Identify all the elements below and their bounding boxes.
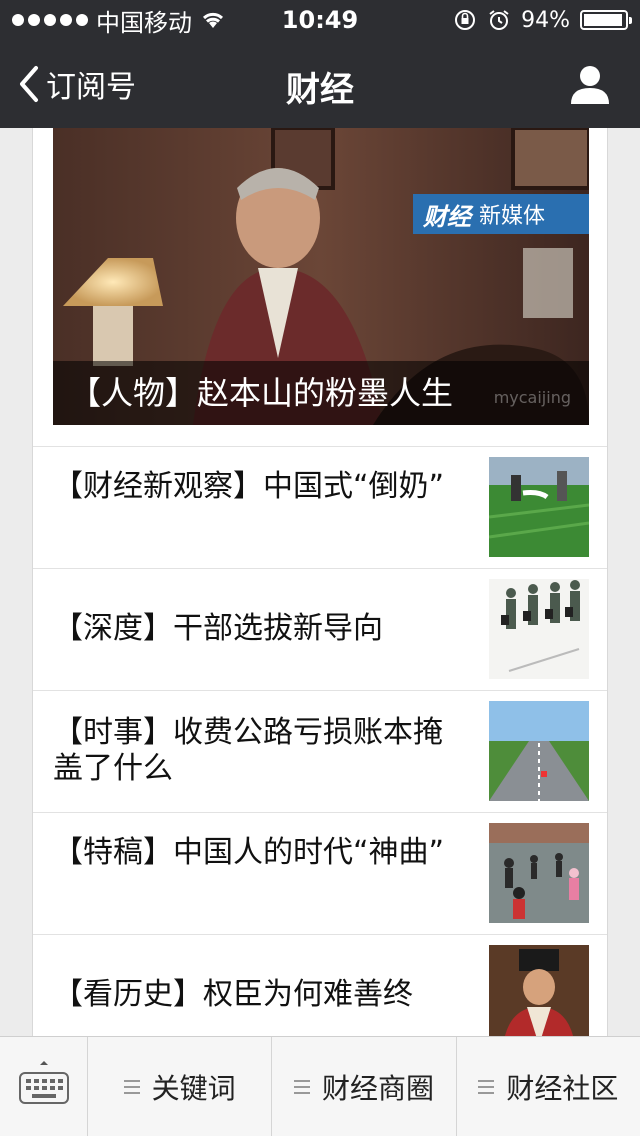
- rotation-lock-icon: [455, 10, 476, 30]
- menu-label: 关键词: [151, 1072, 236, 1105]
- article-title: 【看历史】权臣为何难善终: [53, 977, 413, 1012]
- menu-bar: 关键词 财经商圈 财经社区: [0, 1036, 640, 1136]
- historical-official-photo-icon: [489, 945, 589, 1036]
- hero-article[interactable]: 财经 新媒体 【人物】赵本山的粉墨人生 mycaijing: [53, 128, 589, 425]
- badge-logo: 财经: [423, 202, 471, 231]
- article-title: 【财经新观察】中国式“倒奶”: [53, 469, 445, 504]
- top-bar: 中国移动 10:49 94% 订阅号 财经: [0, 0, 640, 128]
- menu-list-icon: [478, 1080, 495, 1094]
- battery-percent: 94%: [521, 7, 570, 33]
- highway-photo-icon: [489, 701, 589, 801]
- page-title: 财经: [286, 70, 354, 110]
- keyboard-icon: [19, 1061, 69, 1104]
- battery-icon: [580, 10, 632, 30]
- farm-photo-icon: [489, 457, 589, 557]
- nav-bar: 订阅号 财经: [0, 40, 640, 128]
- alarm-icon: [489, 10, 509, 30]
- article-card: 财经 新媒体 【人物】赵本山的粉墨人生 mycaijing 【财经新观察】中国式…: [32, 128, 608, 1036]
- menu-business-circle[interactable]: 财经商圈: [272, 1037, 457, 1136]
- hero-watermark: mycaijing: [493, 388, 571, 407]
- article-title: 【时事】收费公路亏损账本掩盖了什么: [53, 715, 443, 786]
- keyboard-toggle-button[interactable]: [0, 1037, 88, 1136]
- menu-community[interactable]: 财经社区: [457, 1037, 640, 1136]
- list-item[interactable]: 【特稿】中国人的时代“神曲”: [33, 812, 607, 933]
- square-dance-photo-icon: [489, 823, 589, 923]
- menu-keywords[interactable]: 关键词: [88, 1037, 273, 1136]
- media-badge: 财经 新媒体: [413, 194, 589, 234]
- status-right: 94%: [453, 6, 632, 34]
- list-item[interactable]: 【看历史】权臣为何难善终: [33, 934, 607, 1036]
- menu-list-icon: [123, 1080, 140, 1094]
- status-bar: 中国移动 10:49 94%: [0, 0, 640, 40]
- menu-label: 财经商圈: [321, 1072, 434, 1105]
- menu-list-icon: [293, 1080, 310, 1094]
- article-title: 【深度】干部选拔新导向: [53, 611, 383, 646]
- officials-figures-photo-icon: [489, 579, 589, 679]
- badge-text: 新媒体: [479, 204, 546, 229]
- user-profile-icon[interactable]: [568, 62, 612, 106]
- article-title: 【特稿】中国人的时代“神曲”: [53, 835, 445, 870]
- list-item[interactable]: 【财经新观察】中国式“倒奶”: [33, 446, 607, 567]
- menu-label: 财经社区: [506, 1072, 619, 1105]
- list-item[interactable]: 【时事】收费公路亏损账本掩盖了什么: [33, 690, 607, 811]
- list-item[interactable]: 【深度】干部选拔新导向: [33, 568, 607, 689]
